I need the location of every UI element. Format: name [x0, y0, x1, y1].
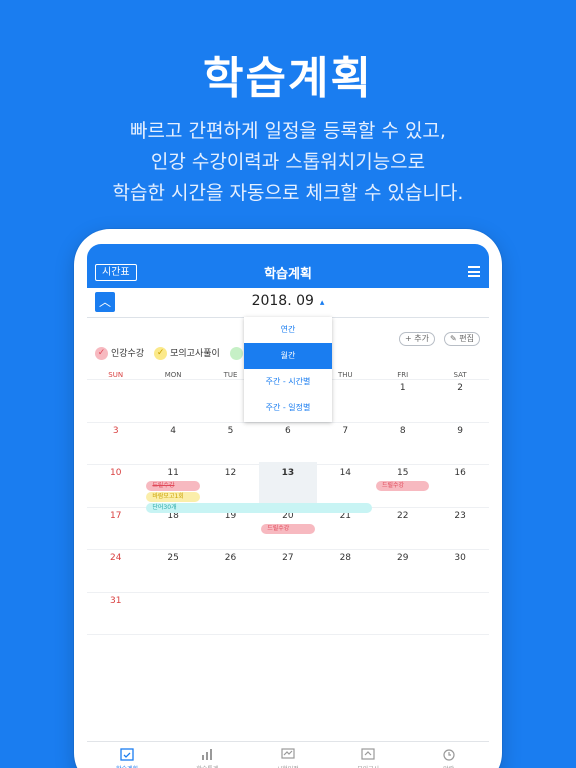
calendar-day[interactable]: 12: [202, 468, 259, 478]
promo-line: 빠르고 간편하게 일정을 등록할 수 있고,: [130, 120, 446, 142]
grid-line: [87, 591, 489, 593]
calendar-day[interactable]: 26: [202, 553, 259, 563]
legend-label: 모의고사풀이: [170, 349, 220, 359]
legend-label: 인강수강: [111, 349, 145, 359]
promo-line: 인강 수강이력과 스톱워치기능으로: [150, 151, 426, 173]
calendar-day[interactable]: 14: [317, 468, 374, 478]
calendar-day[interactable]: 13: [259, 468, 316, 478]
tab-item[interactable]: 모의고사: [328, 746, 408, 768]
legend: ✓인강수강✓모의고사풀이시: [95, 346, 264, 360]
tab-item[interactable]: 학습계획: [87, 746, 167, 768]
bottom-tab-bar: 학습계획학습통계시험일정모의고사알람: [87, 741, 489, 768]
tab-label: 학습계획: [87, 764, 167, 768]
view-dropdown: 연간 월간 주간 - 시간별 주간 - 일정별: [244, 317, 332, 422]
tab-label: 알람: [409, 764, 489, 768]
monitor-icon: [360, 746, 376, 762]
tab-label: 시험일정: [248, 764, 328, 768]
app-header: 시간표 학습계획: [87, 244, 489, 288]
calendar-day[interactable]: 17: [87, 511, 144, 521]
calendar-check-icon: [119, 746, 135, 762]
weekday-label: MON: [164, 371, 182, 379]
promo-title: 학습계획: [203, 53, 373, 104]
calendar-day[interactable]: 30: [431, 553, 488, 563]
calendar-day[interactable]: 7: [317, 426, 374, 436]
tab-item[interactable]: 학습통계: [167, 746, 247, 768]
action-buttons: + 추가 ✎ 편집: [395, 326, 480, 346]
add-button[interactable]: + 추가: [398, 332, 435, 346]
promo-description: 빠르고 간편하게 일정을 등록할 수 있고, 인강 수강이력과 스톱워치기능으로…: [0, 116, 576, 209]
calendar-day[interactable]: 23: [431, 511, 488, 521]
legend-item[interactable]: ✓ 모의고사풀이: [154, 346, 220, 360]
calendar-day[interactable]: 27: [259, 553, 316, 563]
monitor-chart-icon: [280, 746, 296, 762]
calendar-day[interactable]: 3: [87, 426, 144, 436]
calendar-day[interactable]: 22: [374, 511, 431, 521]
promo-line: 학습한 시간을 자동으로 체크할 수 있습니다.: [112, 182, 464, 204]
calendar-day[interactable]: 11: [144, 468, 201, 478]
check-icon: ✓: [154, 347, 168, 360]
calendar-day[interactable]: 29: [374, 553, 431, 563]
calendar-event[interactable]: 드릴수강: [376, 481, 430, 491]
calendar-day[interactable]: 16: [431, 468, 488, 478]
calendar-day[interactable]: 1: [374, 383, 431, 393]
calendar-day[interactable]: 2: [431, 383, 488, 393]
calendar-event[interactable]: 단어30개: [146, 503, 372, 513]
calendar-day[interactable]: 4: [144, 426, 201, 436]
month-label: 2018. 09: [251, 293, 314, 309]
app-screen: 시간표 학습계획 ︿ 2018. 09 ▴ + 추가 ✎ 편집 ✓ 인강수강 ✓ 모의고…: [87, 244, 489, 768]
page-title: 학습계획: [264, 267, 312, 282]
calendar-day[interactable]: 8: [374, 426, 431, 436]
weekday-label: FRI: [397, 371, 409, 379]
tab-item[interactable]: 시험일정: [248, 746, 328, 768]
legend-item[interactable]: ✓ 인강수강: [95, 346, 144, 360]
grid-line: [87, 549, 489, 550]
bar-chart-icon: [199, 746, 215, 762]
view-option[interactable]: 연간: [244, 317, 332, 343]
tab-item[interactable]: 알람: [409, 746, 489, 768]
calendar-day[interactable]: 15: [374, 468, 431, 478]
month-bar: ︿ 2018. 09 ▴: [87, 288, 489, 318]
calendar-event[interactable]: 드릴수강: [146, 481, 200, 491]
calendar-day[interactable]: 31: [87, 596, 144, 606]
alarm-clock-icon: [441, 746, 457, 762]
edit-button[interactable]: ✎ 편집: [444, 332, 480, 346]
grid-line: [87, 634, 489, 635]
calendar-day[interactable]: 5: [202, 426, 259, 436]
view-option[interactable]: 주간 - 일정별: [244, 395, 332, 421]
weekday-label: SAT: [453, 371, 467, 379]
view-option[interactable]: 월간: [244, 343, 332, 369]
calendar-day[interactable]: 24: [87, 553, 144, 563]
month-selector[interactable]: 2018. 09 ▴: [87, 293, 489, 309]
calendar-day[interactable]: 25: [144, 553, 201, 563]
calendar-event[interactable]: 드릴수강: [261, 523, 315, 534]
tab-label: 학습통계: [167, 764, 247, 768]
calendar-day[interactable]: 9: [431, 426, 488, 436]
calendar-day[interactable]: 28: [317, 553, 374, 563]
tab-label: 모의고사: [328, 764, 408, 768]
check-icon: [229, 347, 243, 360]
calendar-event[interactable]: 바람모고1회: [146, 492, 200, 502]
menu-icon[interactable]: [468, 266, 480, 277]
caret-up-icon: ▴: [319, 298, 325, 308]
check-icon: ✓: [95, 347, 108, 360]
calendar-day[interactable]: 10: [87, 468, 144, 478]
weekday-label: SUN: [108, 371, 124, 379]
calendar-day[interactable]: 6: [259, 426, 316, 436]
view-option[interactable]: 주간 - 시간별: [244, 369, 332, 395]
